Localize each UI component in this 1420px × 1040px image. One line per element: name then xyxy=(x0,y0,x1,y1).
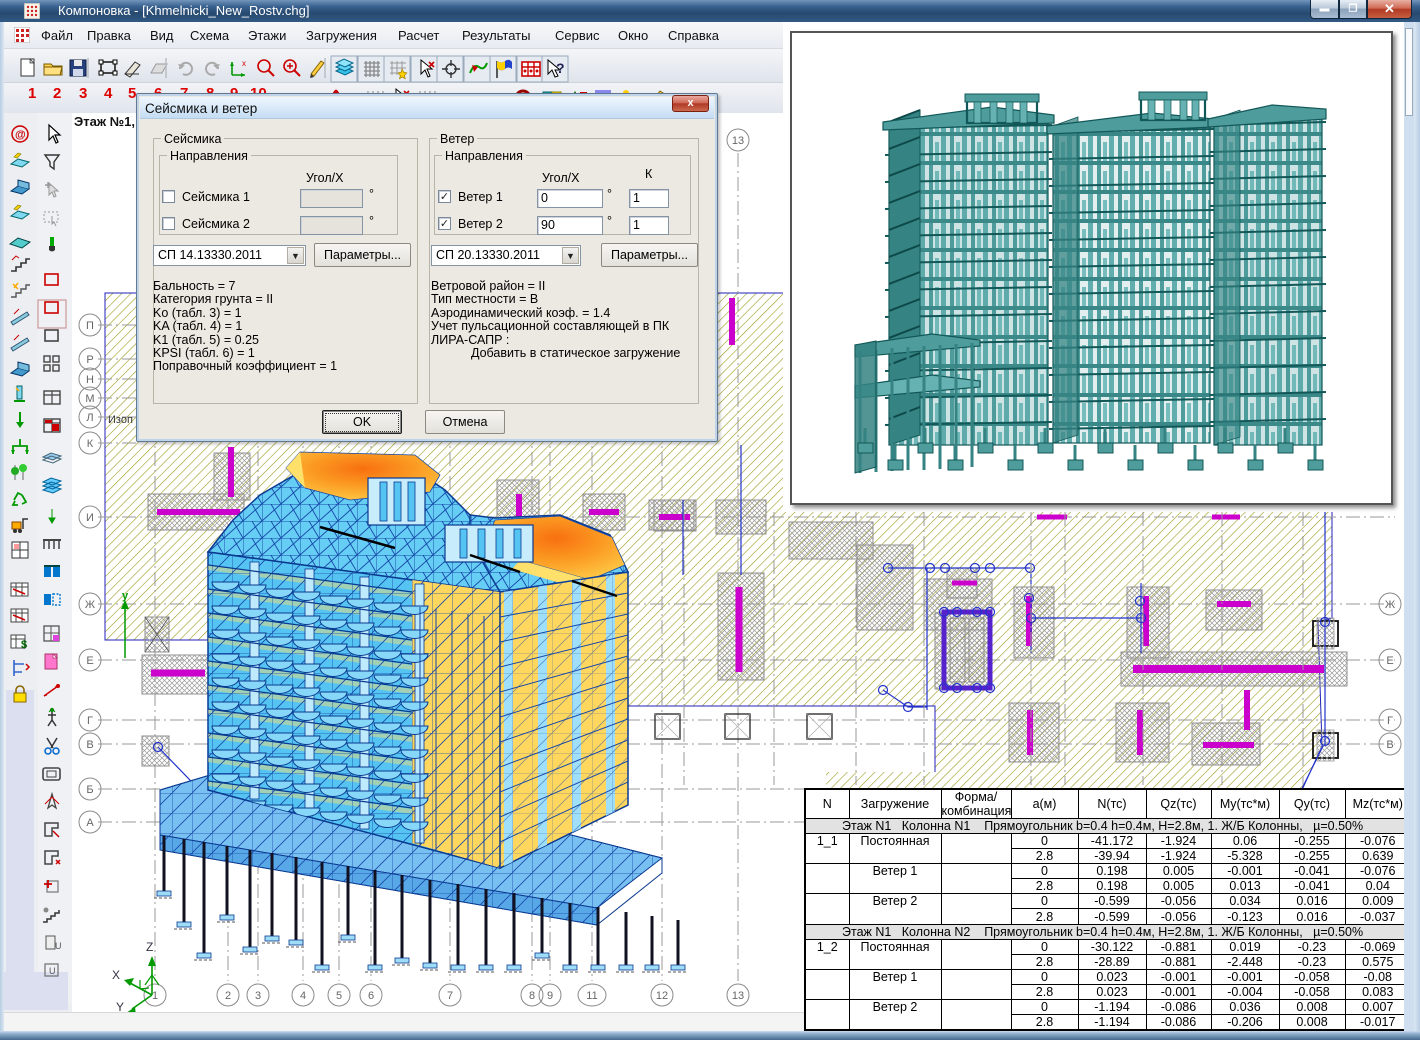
svg-text:Г: Г xyxy=(87,715,93,727)
svg-text:7: 7 xyxy=(447,990,453,1002)
svg-text:1: 1 xyxy=(152,990,158,1002)
svg-text:2: 2 xyxy=(225,990,231,1002)
svg-text:4: 4 xyxy=(300,990,306,1002)
svg-text:3: 3 xyxy=(255,990,261,1002)
svg-text:13: 13 xyxy=(732,990,744,1002)
svg-text:5: 5 xyxy=(336,990,342,1002)
svg-text:И: И xyxy=(86,512,94,524)
svg-text:Н: Н xyxy=(86,374,94,386)
svg-text:9: 9 xyxy=(547,990,553,1002)
svg-text:y: y xyxy=(122,590,129,602)
svg-text:6: 6 xyxy=(368,990,374,1002)
svg-text:X: X xyxy=(112,968,120,982)
svg-text:Изоп: Изоп xyxy=(108,414,133,426)
svg-text:М: М xyxy=(85,393,94,405)
svg-text:13: 13 xyxy=(732,135,744,147)
svg-text:Е: Е xyxy=(1386,655,1393,667)
svg-text:Y: Y xyxy=(116,1000,124,1012)
svg-text:Г: Г xyxy=(1387,715,1393,727)
svg-text:Z: Z xyxy=(146,940,153,954)
svg-text:П: П xyxy=(86,320,94,332)
svg-text:К: К xyxy=(87,438,94,450)
svg-text:Л: Л xyxy=(86,412,93,424)
svg-text:Р: Р xyxy=(86,354,93,366)
svg-text:Ж: Ж xyxy=(85,599,95,611)
svg-text:А: А xyxy=(86,817,94,829)
svg-text:Б: Б xyxy=(86,784,93,796)
svg-text:8: 8 xyxy=(529,990,535,1002)
svg-text:11: 11 xyxy=(586,990,597,1002)
svg-text:В: В xyxy=(86,739,93,751)
svg-text:В: В xyxy=(1386,739,1393,751)
svg-text:12: 12 xyxy=(656,990,668,1002)
svg-text:Ж: Ж xyxy=(1385,599,1395,611)
svg-text:Е: Е xyxy=(86,655,93,667)
